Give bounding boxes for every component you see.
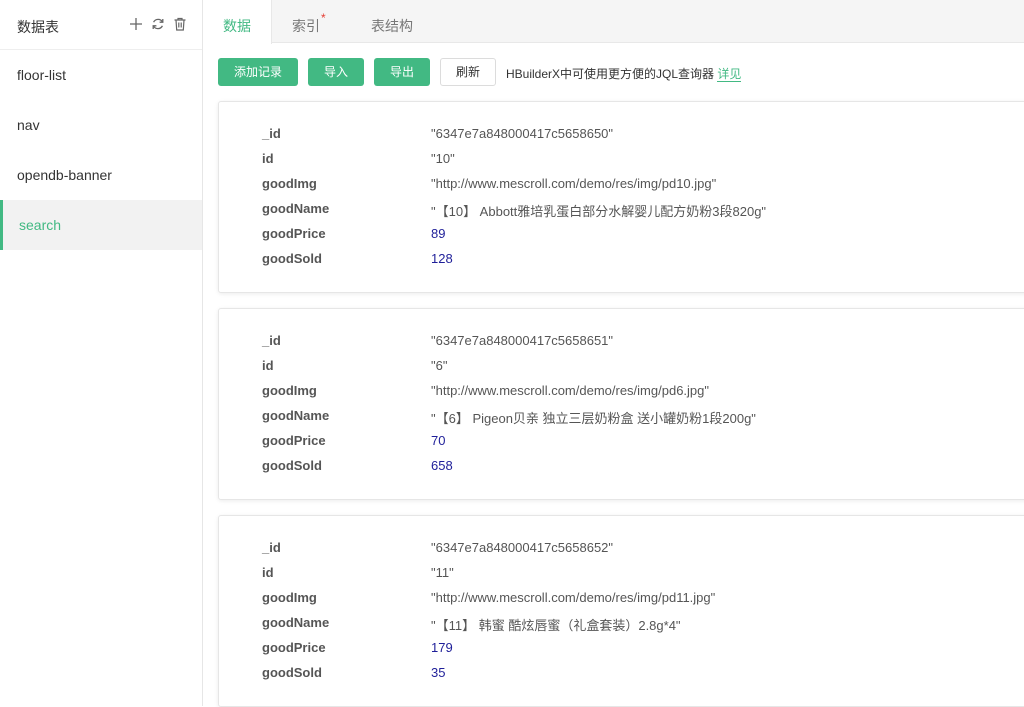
sidebar-item-opendb-banner[interactable]: opendb-banner xyxy=(0,150,202,200)
field-value: "【6】 Pigeon贝亲 独立三层奶粉盒 送小罐奶粉1段200g" xyxy=(431,411,756,426)
field-value: 658 xyxy=(431,458,453,473)
tab-schema[interactable]: 表结构 xyxy=(352,0,442,43)
jql-tip-text: HBuilderX中可使用更方便的JQL查询器 xyxy=(506,67,715,81)
field-value: 89 xyxy=(431,226,446,241)
field-value: "http://www.mescroll.com/demo/res/img/pd… xyxy=(431,383,709,398)
required-marker: * xyxy=(321,11,326,25)
field-value: "http://www.mescroll.com/demo/res/img/pd… xyxy=(431,176,717,191)
field-value: 70 xyxy=(431,433,446,448)
sidebar-item-floor-list[interactable]: floor-list xyxy=(0,50,202,100)
add-icon[interactable] xyxy=(129,17,143,31)
record-card[interactable]: _id "6347e7a848000417c5658650" id "10" goo… xyxy=(218,101,1024,293)
field-value: "【11】 韩蜜 酷炫唇蜜（礼盒套装）2.8g*4" xyxy=(431,618,681,633)
sidebar-item-label: opendb-banner xyxy=(17,167,112,183)
field-value: "10" xyxy=(431,151,455,166)
field-value: 35 xyxy=(431,665,446,680)
field-value: "6347e7a848000417c5658651" xyxy=(431,333,614,348)
jql-details-link[interactable]: 详见 xyxy=(717,67,742,82)
add-record-button[interactable]: 添加记录 xyxy=(218,58,298,86)
field-value: "6347e7a848000417c5658652" xyxy=(431,540,614,555)
sidebar-title: 数据表 xyxy=(17,19,59,35)
tab-bar: 数据 索引 * 表结构 xyxy=(204,0,1024,44)
record-card[interactable]: _id "6347e7a848000417c5658652" id "11" goo… xyxy=(218,515,1024,707)
table-list-sidebar: 数据表 floor-list nav opendb-banner search xyxy=(0,0,203,706)
delete-icon[interactable] xyxy=(173,17,187,31)
jql-tip: HBuilderX中可使用更方便的JQL查询器 详见 xyxy=(506,65,742,82)
sidebar-item-nav[interactable]: nav xyxy=(0,100,202,150)
record-card[interactable]: _id "6347e7a848000417c5658651" id "6" good… xyxy=(218,308,1024,500)
sidebar-item-search[interactable]: search xyxy=(0,200,202,250)
tab-data[interactable]: 数据 xyxy=(204,0,272,44)
field-value: 128 xyxy=(431,251,453,266)
field-value: "http://www.mescroll.com/demo/res/img/pd… xyxy=(431,590,716,605)
export-button[interactable]: 导出 xyxy=(374,58,430,86)
field-value: "11" xyxy=(431,565,454,580)
import-button[interactable]: 导入 xyxy=(308,58,364,86)
tab-index[interactable]: 索引 * xyxy=(272,0,352,43)
sidebar-item-label: search xyxy=(19,217,62,233)
field-value: "6" xyxy=(431,358,448,373)
field-value: "【10】 Abbott雅培乳蛋白部分水解婴儿配方奶粉3段820g" xyxy=(431,204,767,219)
sidebar-item-label: floor-list xyxy=(17,67,67,83)
field-value: 179 xyxy=(431,640,453,655)
field-value: "6347e7a848000417c5658650" xyxy=(431,126,614,141)
sidebar-item-label: nav xyxy=(17,117,40,133)
sidebar-header: 数据表 xyxy=(0,0,202,50)
refresh-icon[interactable] xyxy=(151,17,165,31)
refresh-button[interactable]: 刷新 xyxy=(440,58,496,86)
